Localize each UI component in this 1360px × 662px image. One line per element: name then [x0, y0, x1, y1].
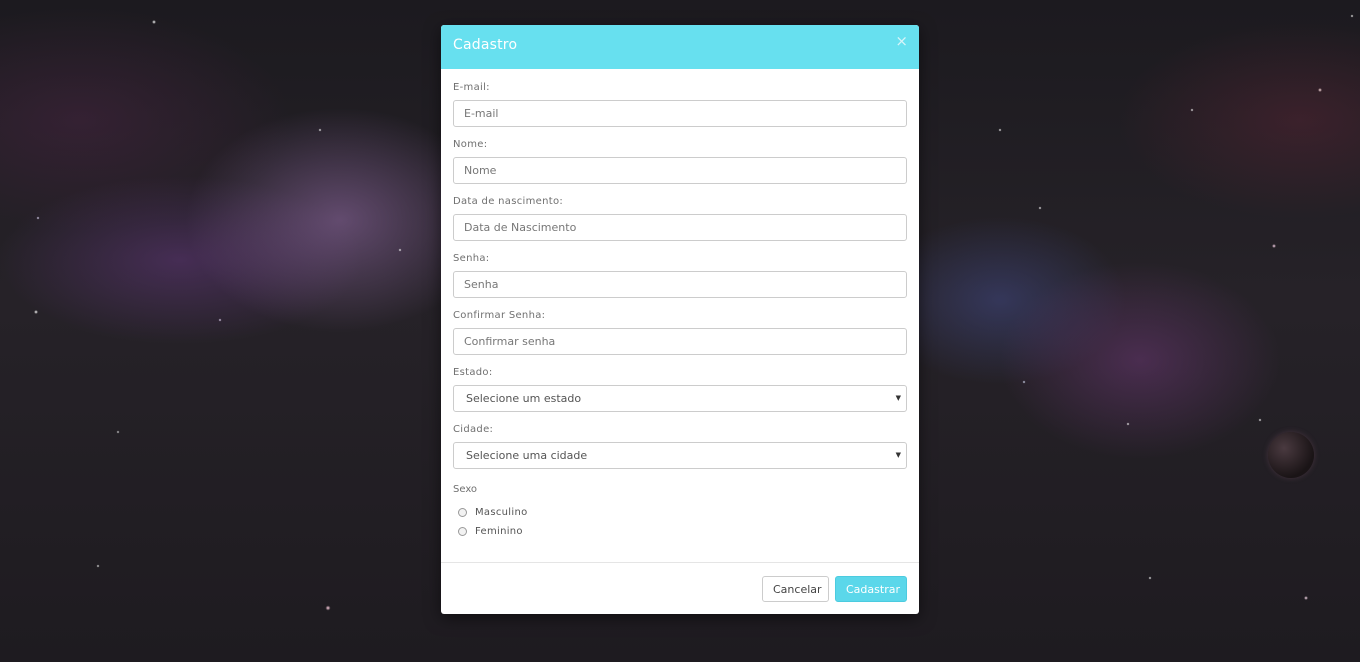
modal-footer: Cancelar Cadastrar — [441, 562, 919, 614]
radio-feminino[interactable]: Feminino — [453, 522, 907, 541]
estado-group: Estado: Selecione um estado ▼ — [453, 368, 907, 425]
estado-select[interactable]: Selecione um estado ▼ — [453, 385, 907, 412]
cidade-label: Cidade: — [453, 424, 494, 435]
modal-title: Cadastro — [453, 37, 518, 53]
radio-icon[interactable] — [458, 508, 467, 517]
cidade-select[interactable]: Selecione uma cidade ▼ — [453, 442, 907, 469]
email-label: E-mail: — [453, 82, 490, 93]
confirmar-senha-label: Confirmar Senha: — [453, 310, 546, 321]
cidade-group: Cidade: Selecione uma cidade ▼ — [453, 425, 907, 482]
chevron-down-icon: ▼ — [895, 394, 901, 402]
nascimento-label: Data de nascimento: — [453, 196, 564, 207]
modal-body: E-mail: Nome: Data de nascimento: Senha:… — [441, 69, 919, 541]
senha-field[interactable] — [453, 271, 907, 298]
modal-header: Cadastro × — [441, 25, 919, 69]
radio-masculino-label: Masculino — [475, 507, 528, 518]
nascimento-field[interactable] — [453, 214, 907, 241]
close-icon[interactable]: × — [895, 34, 908, 49]
confirmar-senha-group: Confirmar Senha: — [453, 311, 907, 368]
senha-group: Senha: — [453, 254, 907, 311]
nome-group: Nome: — [453, 140, 907, 197]
sexo-group: Sexo Masculino Feminino — [453, 482, 907, 541]
nascimento-group: Data de nascimento: — [453, 197, 907, 254]
chevron-down-icon: ▼ — [895, 451, 901, 459]
cidade-select-value: Selecione uma cidade — [466, 449, 588, 462]
cancel-button[interactable]: Cancelar — [762, 576, 829, 602]
radio-masculino[interactable]: Masculino — [453, 503, 907, 522]
nome-label: Nome: — [453, 139, 488, 150]
email-field[interactable] — [453, 100, 907, 127]
estado-label: Estado: — [453, 367, 493, 378]
senha-label: Senha: — [453, 253, 490, 264]
radio-icon[interactable] — [458, 527, 467, 536]
cadastrar-button[interactable]: Cadastrar — [835, 576, 907, 602]
estado-select-value: Selecione um estado — [466, 392, 582, 405]
cadastro-modal: Cadastro × E-mail: Nome: Data de nascime… — [441, 25, 919, 614]
confirmar-senha-field[interactable] — [453, 328, 907, 355]
email-group: E-mail: — [453, 83, 907, 140]
planet-decoration — [1268, 432, 1314, 478]
nome-field[interactable] — [453, 157, 907, 184]
radio-feminino-label: Feminino — [475, 526, 523, 537]
sexo-label: Sexo — [453, 484, 478, 495]
